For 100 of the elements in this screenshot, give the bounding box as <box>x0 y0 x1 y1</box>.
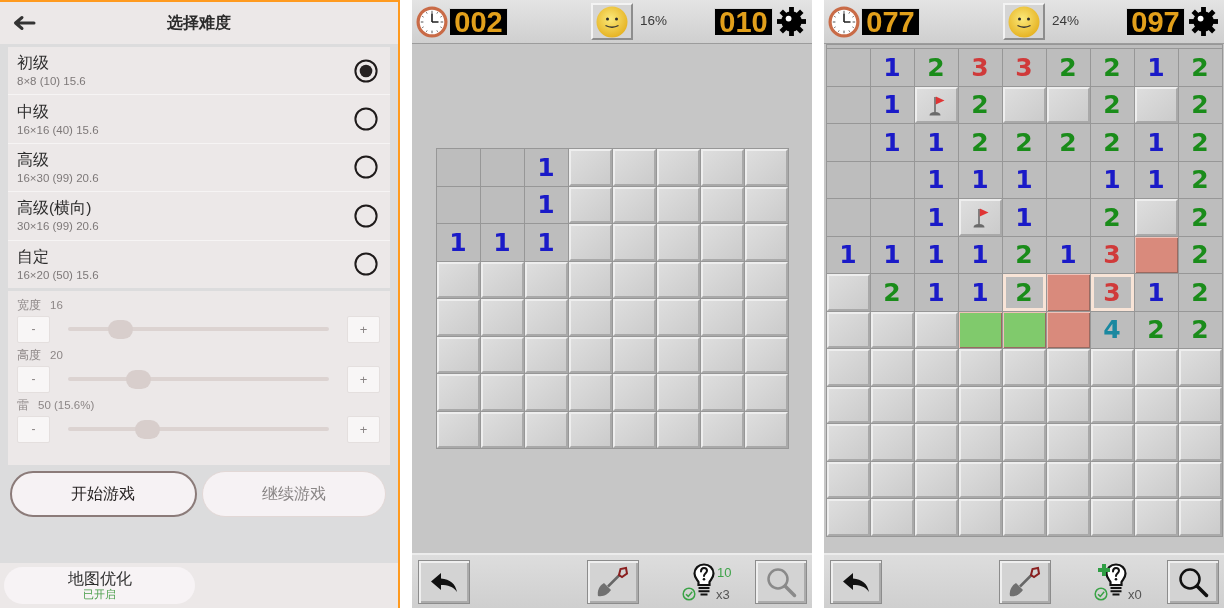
unopened-cell[interactable] <box>958 386 1002 423</box>
smiley-button[interactable] <box>1003 3 1045 40</box>
unopened-cell[interactable] <box>1046 386 1090 423</box>
unopened-cell[interactable] <box>744 299 788 336</box>
unopened-cell[interactable] <box>1090 424 1134 461</box>
dig-button[interactable] <box>587 559 639 604</box>
unopened-cell[interactable] <box>700 336 744 373</box>
tinted-cell[interactable] <box>1002 311 1046 348</box>
unopened-cell[interactable] <box>914 311 958 348</box>
unopened-cell[interactable] <box>958 349 1002 386</box>
unopened-cell[interactable] <box>914 461 958 498</box>
slider-thumb[interactable] <box>125 369 151 389</box>
unopened-cell[interactable] <box>744 186 788 223</box>
unopened-cell[interactable] <box>1046 499 1090 536</box>
map-optimization-toggle[interactable]: 地图优化 已开启 <box>4 567 195 604</box>
smiley-button[interactable] <box>591 3 633 40</box>
unopened-cell[interactable] <box>700 261 744 298</box>
decrement-button[interactable]: - <box>17 315 50 343</box>
hint-bulb-icon[interactable] <box>693 562 715 597</box>
unopened-cell[interactable] <box>1134 199 1178 236</box>
unopened-cell[interactable] <box>568 374 612 411</box>
unopened-cell[interactable] <box>524 299 568 336</box>
unopened-cell[interactable] <box>1134 424 1178 461</box>
radio-button[interactable] <box>354 107 378 132</box>
unopened-cell[interactable] <box>914 386 958 423</box>
tinted-cell[interactable] <box>1046 311 1090 348</box>
difficulty-option[interactable]: 高级 16×30 (99) 20.6 <box>8 143 390 192</box>
unopened-cell[interactable] <box>1178 424 1222 461</box>
unopened-cell[interactable] <box>700 224 744 261</box>
unopened-cell[interactable] <box>1178 386 1222 423</box>
unopened-cell[interactable] <box>568 261 612 298</box>
unopened-cell[interactable] <box>1046 349 1090 386</box>
unopened-cell[interactable] <box>656 186 700 223</box>
unopened-cell[interactable] <box>700 374 744 411</box>
unopened-cell[interactable] <box>744 149 788 186</box>
unopened-cell[interactable] <box>700 186 744 223</box>
unopened-cell[interactable] <box>1002 386 1046 423</box>
unopened-cell[interactable] <box>612 411 656 448</box>
unopened-cell[interactable] <box>1134 386 1178 423</box>
unopened-cell[interactable] <box>656 224 700 261</box>
slider-track[interactable] <box>68 419 329 439</box>
unopened-cell[interactable] <box>612 299 656 336</box>
dig-button[interactable] <box>999 559 1051 604</box>
unopened-cell[interactable] <box>656 149 700 186</box>
unopened-cell[interactable] <box>700 149 744 186</box>
unopened-cell[interactable] <box>1002 461 1046 498</box>
tinted-cell[interactable] <box>1134 236 1178 273</box>
unopened-cell[interactable] <box>958 499 1002 536</box>
tinted-cell[interactable] <box>1046 274 1090 311</box>
flagged-cell[interactable] <box>958 199 1002 236</box>
unopened-cell[interactable] <box>1178 461 1222 498</box>
unopened-cell[interactable] <box>826 311 870 348</box>
start-game-button[interactable]: 开始游戏 <box>10 470 197 517</box>
back-arrow-icon[interactable] <box>13 15 36 31</box>
unopened-cell[interactable] <box>958 461 1002 498</box>
unopened-cell[interactable] <box>744 374 788 411</box>
unopened-cell[interactable] <box>436 261 480 298</box>
unopened-cell[interactable] <box>1178 499 1222 536</box>
radio-button[interactable] <box>354 203 378 228</box>
unopened-cell[interactable] <box>568 336 612 373</box>
unopened-cell[interactable] <box>870 424 914 461</box>
radio-button[interactable] <box>354 58 378 83</box>
unopened-cell[interactable] <box>826 274 870 311</box>
unopened-cell[interactable] <box>1134 86 1178 123</box>
slider-track[interactable] <box>68 319 329 339</box>
unopened-cell[interactable] <box>700 411 744 448</box>
unopened-cell[interactable] <box>1090 349 1134 386</box>
unopened-cell[interactable] <box>612 374 656 411</box>
unopened-cell[interactable] <box>480 374 524 411</box>
difficulty-option[interactable]: 中级 16×16 (40) 15.6 <box>8 95 390 143</box>
unopened-cell[interactable] <box>744 336 788 373</box>
decrement-button[interactable]: - <box>17 365 50 393</box>
unopened-cell[interactable] <box>480 299 524 336</box>
unopened-cell[interactable] <box>826 349 870 386</box>
unopened-cell[interactable] <box>744 261 788 298</box>
unopened-cell[interactable] <box>870 311 914 348</box>
unopened-cell[interactable] <box>568 411 612 448</box>
difficulty-option[interactable]: 高级(横向) 30×16 (99) 20.6 <box>8 192 390 240</box>
unopened-cell[interactable] <box>826 499 870 536</box>
unopened-cell[interactable] <box>524 411 568 448</box>
unopened-cell[interactable] <box>1002 424 1046 461</box>
unopened-cell[interactable] <box>1090 499 1134 536</box>
unopened-cell[interactable] <box>1002 349 1046 386</box>
unopened-cell[interactable] <box>656 299 700 336</box>
hint-bulb-icon[interactable] <box>1105 562 1127 597</box>
unopened-cell[interactable] <box>436 411 480 448</box>
unopened-cell[interactable] <box>1090 386 1134 423</box>
unopened-cell[interactable] <box>612 336 656 373</box>
unopened-cell[interactable] <box>1090 461 1134 498</box>
unopened-cell[interactable] <box>1046 461 1090 498</box>
unopened-cell[interactable] <box>826 461 870 498</box>
unopened-cell[interactable] <box>612 149 656 186</box>
decrement-button[interactable]: - <box>17 415 50 443</box>
unopened-cell[interactable] <box>1046 424 1090 461</box>
unopened-cell[interactable] <box>1178 349 1222 386</box>
slider-thumb[interactable] <box>107 319 133 339</box>
unopened-cell[interactable] <box>568 149 612 186</box>
unopened-cell[interactable] <box>744 411 788 448</box>
unopened-cell[interactable] <box>870 461 914 498</box>
unopened-cell[interactable] <box>914 349 958 386</box>
